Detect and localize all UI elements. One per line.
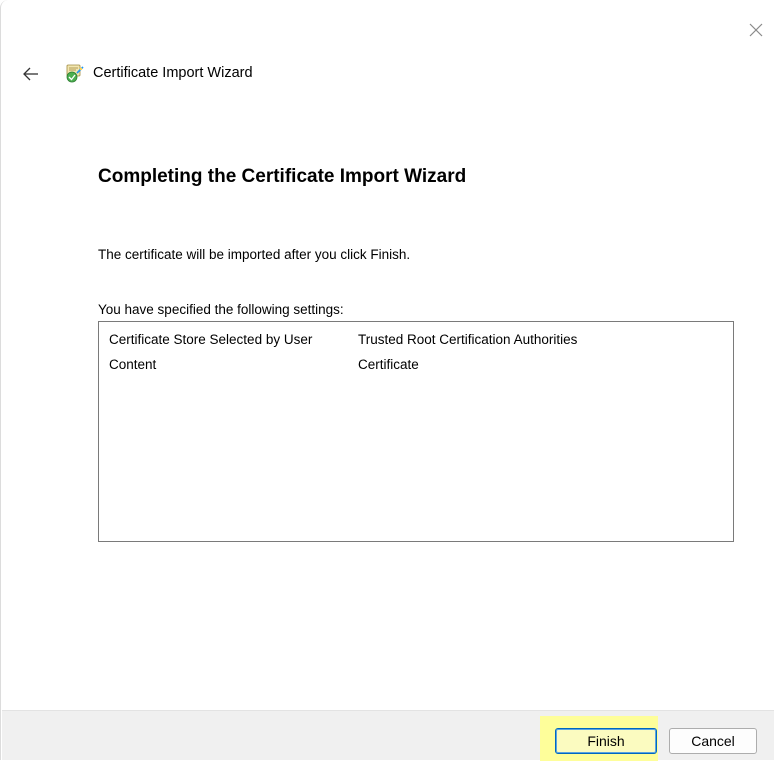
settings-list[interactable]: Certificate Store Selected by User Trust… — [98, 321, 734, 542]
certificate-import-wizard-window: Certificate Import Wizard Completing the… — [0, 0, 774, 761]
settings-key: Content — [109, 357, 157, 372]
close-button[interactable] — [744, 18, 768, 42]
wizard-footer: Finish Cancel — [2, 710, 774, 761]
close-icon — [749, 23, 763, 37]
settings-key: Certificate Store Selected by User — [109, 332, 313, 347]
settings-value: Certificate — [358, 357, 419, 372]
completion-description: The certificate will be imported after y… — [98, 247, 411, 262]
settings-label: You have specified the following setting… — [98, 302, 344, 317]
certificate-wizard-icon — [61, 62, 85, 86]
settings-value: Trusted Root Certification Authorities — [358, 332, 578, 347]
page-heading: Completing the Certificate Import Wizard — [98, 166, 467, 187]
wizard-title: Certificate Import Wizard — [93, 65, 253, 81]
back-button[interactable] — [19, 62, 43, 86]
back-arrow-icon — [23, 67, 38, 81]
finish-button[interactable]: Finish — [555, 728, 657, 754]
cancel-button[interactable]: Cancel — [669, 728, 757, 754]
